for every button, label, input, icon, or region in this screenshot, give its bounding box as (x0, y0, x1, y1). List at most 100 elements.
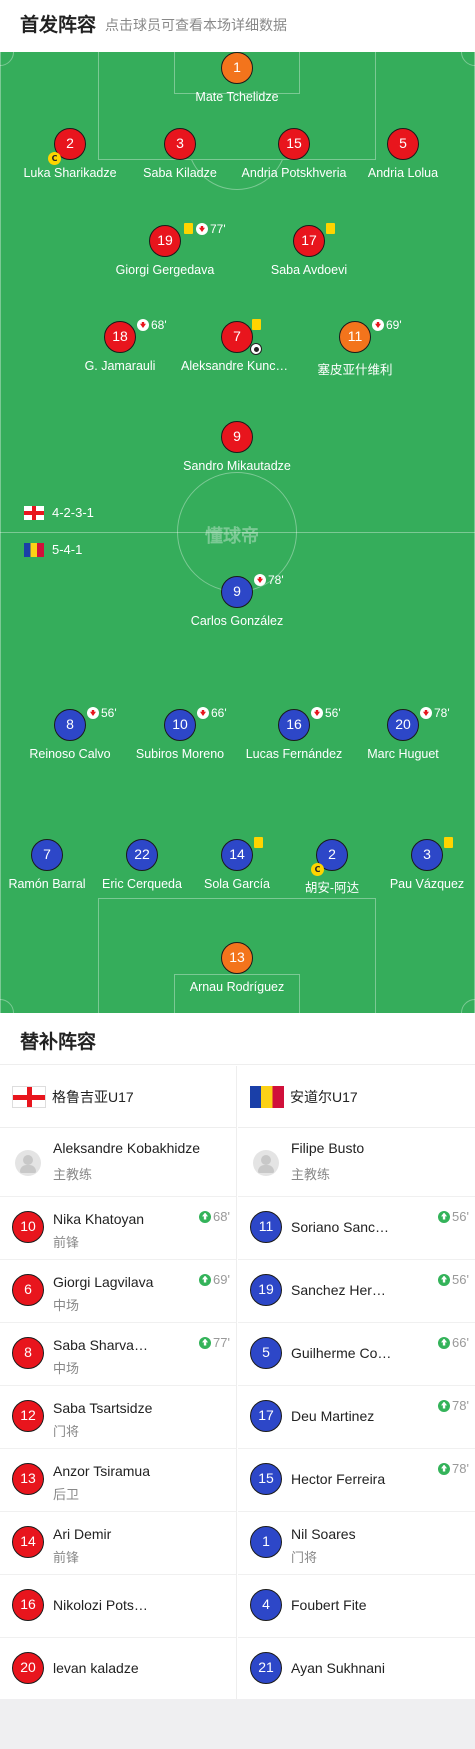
away-coach-row[interactable]: Filipe Busto 主教练 (238, 1128, 475, 1197)
yellow-card-icon (184, 223, 193, 234)
sub-player-row[interactable]: 13 Anzor Tsiramua 后卫 (0, 1449, 236, 1512)
player-name: Nil Soares (291, 1526, 356, 1542)
sub-off-icon (87, 707, 99, 719)
sub-player-row[interactable]: 4 Foubert Fite (238, 1575, 475, 1638)
player-number: 7 (31, 839, 63, 871)
sub-player-row[interactable]: 6 Giorgi Lagvilava 中场 69' (0, 1260, 236, 1323)
player-number: 5 (387, 128, 419, 160)
coach-name: Filipe Busto (291, 1140, 365, 1156)
player-home-gk[interactable]: 1 Mate Tchelidze (167, 52, 307, 104)
georgia-flag-icon (12, 1085, 46, 1108)
sub-player-row[interactable]: 14 Ari Demir 前锋 (0, 1512, 236, 1575)
sub-player-row[interactable]: 12 Saba Tsartsidze 门将 (0, 1386, 236, 1449)
player-away-rwb[interactable]: 3 Pau Vázquez (357, 837, 475, 891)
sub-player-row[interactable]: 11 Soriano Sanc… 56' (238, 1197, 475, 1260)
pitch: 懂球帝 4-2-3-1 5-4-1 1 Mate Tchelidze 2 C L… (0, 52, 475, 1013)
home-team-name: 格鲁吉亚U17 (52, 1088, 134, 1105)
sub-player-row[interactable]: 19 Sanchez Her… 56' (238, 1260, 475, 1323)
player-position: 中场 (53, 1299, 80, 1314)
sub-on-indicator: 66' (438, 1335, 469, 1350)
sub-player-row[interactable]: 5 Guilherme Co… 66' (238, 1323, 475, 1386)
player-name: Saba Sharva… (53, 1337, 148, 1353)
player-number: 9 (221, 421, 253, 453)
player-name: Giorgi Gergedava (115, 263, 215, 277)
coach-role: 主教练 (291, 1168, 331, 1183)
sub-player-row[interactable]: 21 Ayan Sukhnani (238, 1638, 475, 1701)
sub-off-icon (197, 707, 209, 719)
sub-on-indicator: 78' (438, 1398, 469, 1413)
georgia-flag-icon (24, 505, 44, 520)
player-number: 5 (250, 1337, 282, 1369)
player-position: 前锋 (53, 1236, 80, 1251)
player-home-dm2[interactable]: 17 Saba Avdoevi (239, 223, 379, 277)
sub-player-row[interactable]: 15 Hector Ferreira 78' (238, 1449, 475, 1512)
lineup-subtitle: 点击球员可查看本场详细数据 (105, 18, 287, 34)
home-formation-label: 4-2-3-1 (52, 505, 94, 520)
player-number: 20 (387, 709, 419, 741)
player-number: 7 (221, 321, 253, 353)
player-number: 14 (221, 839, 253, 871)
player-number: 1 (221, 52, 253, 84)
player-name: Ayan Sukhnani (291, 1660, 385, 1676)
sub-on-icon (199, 1273, 212, 1286)
andorra-flag-icon (250, 1085, 284, 1108)
sub-off-icon (137, 319, 149, 331)
player-away-rm[interactable]: 20 78' Marc Huguet (333, 706, 473, 761)
player-name: levan kaladze (53, 1660, 139, 1676)
player-name: Arnau Rodríguez (189, 980, 285, 994)
player-home-st[interactable]: 9 Sandro Mikautadze (167, 421, 307, 473)
player-name: Anzor Tsiramua (53, 1463, 151, 1479)
away-formation: 5-4-1 (24, 542, 82, 557)
sub-off-icon (311, 707, 323, 719)
player-name: Sandro Mikautadze (183, 459, 291, 473)
player-number: 11 (339, 321, 371, 353)
sub-player-row[interactable]: 20 levan kaladze (0, 1638, 236, 1701)
lineup-title: 首发阵容 (20, 14, 97, 36)
sub-on-indicator: 56' (438, 1272, 469, 1287)
player-number: 13 (12, 1463, 44, 1495)
player-name: Andria Lolua (367, 166, 439, 180)
watermark-logo: 懂球帝 (205, 526, 259, 547)
sub-on-icon (199, 1336, 212, 1349)
player-home-rm[interactable]: 11 69' 塞皮亚什维利 (285, 318, 425, 378)
player-name: Nika Khatoyan (53, 1211, 145, 1227)
sub-on-indicator: 78' (438, 1461, 469, 1476)
yellow-card-icon (252, 319, 261, 330)
sub-player-row[interactable]: 1 Nil Soares 门将 (238, 1512, 475, 1575)
sub-off-indicator: 68' (137, 318, 167, 332)
away-subs-column: 安道尔U17 Filipe Busto 主教练 11 Soriano Sanc… 5… (238, 1066, 475, 1701)
player-home-dm1[interactable]: 19 77' Giorgi Gergedava (95, 222, 235, 277)
player-name: Foubert Fite (291, 1597, 367, 1613)
player-name: Pau Vázquez (389, 877, 465, 891)
player-number: 10 (164, 709, 196, 741)
sub-player-row[interactable]: 10 Nika Khatoyan 前锋 68' (0, 1197, 236, 1260)
sub-off-indicator: 66' (197, 706, 227, 720)
sub-player-row[interactable]: 8 Saba Sharva… 中场 77' (0, 1323, 236, 1386)
player-name: Deu Martinez (291, 1408, 375, 1424)
player-name: Saba Avdoevi (270, 263, 348, 277)
away-team-name: 安道尔U17 (290, 1088, 358, 1105)
subs-header: 替补阵容 (0, 1013, 475, 1065)
coach-role: 主教练 (53, 1168, 93, 1183)
player-name: 塞皮亚什维利 (317, 363, 393, 377)
sub-player-row[interactable]: 16 Nikolozi Pots… (0, 1575, 236, 1638)
sub-on-icon (199, 1210, 212, 1223)
sub-off-icon (254, 574, 266, 586)
player-number: 22 (126, 839, 158, 871)
player-away-gk[interactable]: 13 Arnau Rodríguez (167, 942, 307, 994)
sub-on-icon (438, 1399, 451, 1412)
home-coach-row[interactable]: Aleksandre Kobakhidze 主教练 (0, 1128, 236, 1197)
player-number: 8 (54, 709, 86, 741)
player-number: 6 (12, 1274, 44, 1306)
sub-on-indicator: 68' (199, 1209, 230, 1224)
player-away-st[interactable]: 9 78' Carlos González (167, 573, 307, 628)
goal-ball-icon (250, 343, 262, 355)
sub-on-icon (438, 1462, 451, 1475)
player-number: 11 (250, 1211, 282, 1243)
player-number: 20 (12, 1652, 44, 1684)
sub-on-indicator: 77' (199, 1335, 230, 1350)
sub-player-row[interactable]: 17 Deu Martinez 78' (238, 1386, 475, 1449)
player-number: 15 (250, 1463, 282, 1495)
player-home-rb[interactable]: 5 Andria Lolua (333, 128, 473, 180)
player-name: Giorgi Lagvilava (53, 1274, 154, 1290)
